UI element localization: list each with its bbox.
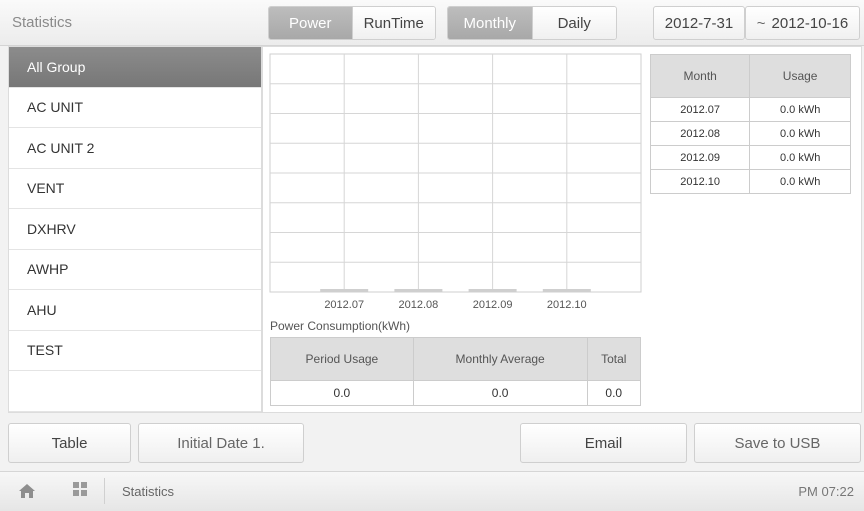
chart-x-tick-label: 2012.10 [547,299,587,311]
status-screen-label: Statistics [122,484,175,499]
usage-cell: 0.0 kWh [749,169,851,194]
status-divider [104,478,105,504]
save-to-usb-button[interactable]: Save to USB [694,423,861,463]
summary-period-usage: 0.0 [270,380,414,406]
chart-title: Power Consumption(kWh) [270,319,411,333]
month-cell: 2012.09 [649,145,751,170]
usage-cell: 0.0 kWh [749,145,851,170]
home-icon[interactable] [18,483,36,499]
chart-x-tick-label: 2012.08 [399,299,439,311]
monthly-usage-table: Month Usage 2012.07 0.0 kWh 2012.08 0.0 kW… [649,54,851,194]
summary-monthly-average: 0.0 [412,380,588,406]
table-row: 2012.09 0.0 kWh [649,145,851,170]
chart-bar [394,289,443,292]
monthly-header-month: Month [649,54,751,98]
chart-bar [468,289,517,292]
summary-table: Period Usage Monthly Average Total 0.0 0… [270,337,642,406]
month-cell: 2012.07 [649,97,751,122]
summary-header-total: Total [586,337,642,381]
chart-x-tick-label: 2012.07 [324,299,364,311]
usage-cell: 0.0 kWh [749,121,851,146]
clock: PM 07:22 [798,484,854,499]
table-row: 2012.07 0.0 kWh [649,97,851,122]
email-button[interactable]: Email [520,423,687,463]
chart-x-tick-label: 2012.09 [473,299,513,311]
table-row: 2012.10 0.0 kWh [649,169,851,194]
chart-bar [320,289,369,292]
summary-header-period-usage: Period Usage [270,337,414,381]
table-row: 2012.08 0.0 kWh [649,121,851,146]
usage-cell: 0.0 kWh [749,97,851,122]
summary-total: 0.0 [586,380,642,406]
summary-header-monthly-average: Monthly Average [412,337,588,381]
chart-grid [269,53,642,293]
month-cell: 2012.08 [649,121,751,146]
table-button[interactable]: Table [8,423,131,463]
chart-bar [542,289,591,292]
initial-date-button[interactable]: Initial Date 1. [138,423,304,463]
month-cell: 2012.10 [649,169,751,194]
grid-menu-icon[interactable] [73,482,87,496]
monthly-header-usage: Usage [749,54,851,98]
chart-x-ticks: 2012.07 2012.08 2012.09 2012.10 [324,299,586,311]
